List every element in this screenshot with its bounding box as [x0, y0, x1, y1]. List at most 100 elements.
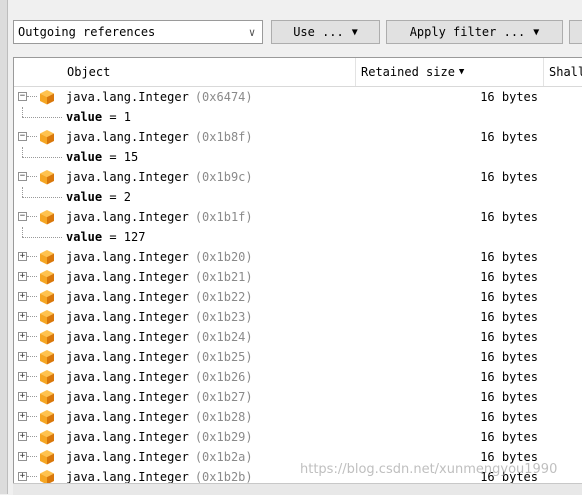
object-cube-icon	[39, 249, 55, 265]
tree-row[interactable]: + java.lang.Integer (0x1b23) 16 bytes	[14, 307, 582, 327]
collapse-toggle-icon[interactable]: −	[18, 132, 27, 141]
tree-connector	[27, 376, 37, 377]
object-label: java.lang.Integer (0x1b8f)	[66, 130, 253, 144]
left-panel-edge	[0, 0, 8, 494]
expand-toggle-icon[interactable]: +	[18, 372, 27, 381]
object-label: java.lang.Integer (0x1b26)	[66, 370, 253, 384]
object-address: (0x1b8f)	[194, 130, 253, 144]
expand-toggle-icon[interactable]: +	[18, 412, 27, 421]
field-name: value	[66, 150, 103, 164]
object-type: java.lang.Integer	[66, 430, 189, 444]
expand-toggle-icon[interactable]: +	[18, 432, 27, 441]
expand-toggle-icon[interactable]: +	[18, 392, 27, 401]
tree-connector	[27, 296, 37, 297]
tree-row[interactable]: + java.lang.Integer (0x1b20) 16 bytes	[14, 247, 582, 267]
object-type: java.lang.Integer	[66, 370, 189, 384]
expand-toggle-icon[interactable]: +	[18, 272, 27, 281]
retained-size-cell: 16 bytes	[480, 410, 538, 424]
tree-connector	[27, 396, 37, 397]
object-type: java.lang.Integer	[66, 310, 189, 324]
object-label: java.lang.Integer (0x1b27)	[66, 390, 253, 404]
tree-row[interactable]: + java.lang.Integer (0x1b29) 16 bytes	[14, 427, 582, 447]
tree-row[interactable]: + java.lang.Integer (0x1b25) 16 bytes	[14, 347, 582, 367]
tree-connector	[27, 416, 37, 417]
object-address: (0x1b28)	[194, 410, 253, 424]
field-row[interactable]: value = 127	[14, 227, 582, 247]
object-cube-icon	[39, 329, 55, 345]
field-row[interactable]: value = 15	[14, 147, 582, 167]
tree-connector	[22, 117, 62, 118]
tree-row[interactable]: − java.lang.Integer (0x6474) 16 bytes	[14, 87, 582, 107]
expand-toggle-icon[interactable]: +	[18, 452, 27, 461]
object-address: (0x1b2b)	[194, 470, 253, 484]
retained-size-cell: 16 bytes	[480, 130, 538, 144]
expand-toggle-icon[interactable]: +	[18, 352, 27, 361]
tree-row[interactable]: + java.lang.Integer (0x1b24) 16 bytes	[14, 327, 582, 347]
column-header-object[interactable]: Object	[14, 58, 356, 86]
object-address: (0x1b20)	[194, 250, 253, 264]
object-address: (0x1b29)	[194, 430, 253, 444]
object-cube-icon	[39, 429, 55, 445]
retained-size-cell: 16 bytes	[480, 210, 538, 224]
field-label: value = 2	[66, 190, 131, 204]
toolbar-overflow-button[interactable]	[569, 20, 582, 44]
tree-connector	[22, 187, 23, 197]
use-button-label: Use ...	[293, 25, 344, 39]
object-type: java.lang.Integer	[66, 390, 189, 404]
tree-row[interactable]: + java.lang.Integer (0x1b21) 16 bytes	[14, 267, 582, 287]
object-tree[interactable]: Object Retained size ▼ Shall − java.lang…	[13, 57, 582, 484]
object-address: (0x1b25)	[194, 350, 253, 364]
tree-row[interactable]: + java.lang.Integer (0x1b26) 16 bytes	[14, 367, 582, 387]
object-cube-icon	[39, 269, 55, 285]
retained-size-cell: 16 bytes	[480, 170, 538, 184]
object-address: (0x1b27)	[194, 390, 253, 404]
tree-row[interactable]: + java.lang.Integer (0x1b22) 16 bytes	[14, 287, 582, 307]
tree-row[interactable]: + java.lang.Integer (0x1b27) 16 bytes	[14, 387, 582, 407]
object-type: java.lang.Integer	[66, 250, 189, 264]
dropdown-arrow-icon: ▼	[351, 26, 358, 38]
object-cube-icon	[39, 369, 55, 385]
tree-connector	[27, 176, 37, 177]
object-cube-icon	[39, 89, 55, 105]
object-type: java.lang.Integer	[66, 330, 189, 344]
tree-connector	[22, 147, 23, 157]
reference-type-select[interactable]: Outgoing references ∨	[13, 20, 263, 44]
object-label: java.lang.Integer (0x1b20)	[66, 250, 253, 264]
tree-row[interactable]: + java.lang.Integer (0x1b2b) 16 bytes	[14, 467, 582, 484]
expand-toggle-icon[interactable]: +	[18, 472, 27, 481]
object-type: java.lang.Integer	[66, 470, 189, 484]
field-row[interactable]: value = 1	[14, 107, 582, 127]
collapse-toggle-icon[interactable]: −	[18, 172, 27, 181]
expand-toggle-icon[interactable]: +	[18, 252, 27, 261]
tree-row[interactable]: + java.lang.Integer (0x1b28) 16 bytes	[14, 407, 582, 427]
column-header-retained-size-label: Retained size	[361, 65, 455, 79]
object-address: (0x6474)	[194, 90, 253, 104]
tree-connector	[22, 197, 62, 198]
expand-toggle-icon[interactable]: +	[18, 332, 27, 341]
tree-connector	[27, 336, 37, 337]
field-row[interactable]: value = 2	[14, 187, 582, 207]
object-cube-icon	[39, 129, 55, 145]
expand-toggle-icon[interactable]: +	[18, 312, 27, 321]
object-type: java.lang.Integer	[66, 130, 189, 144]
column-header-shallow[interactable]: Shall	[544, 58, 582, 86]
tree-row[interactable]: − java.lang.Integer (0x1b1f) 16 bytes	[14, 207, 582, 227]
horizontal-scrollbar[interactable]	[13, 483, 582, 495]
column-header-retained-size[interactable]: Retained size ▼	[356, 58, 544, 86]
apply-filter-button[interactable]: Apply filter ... ▼	[386, 20, 563, 44]
tree-connector	[27, 256, 37, 257]
tree-connector	[27, 216, 37, 217]
use-button[interactable]: Use ... ▼	[271, 20, 380, 44]
expand-toggle-icon[interactable]: +	[18, 292, 27, 301]
object-cube-icon	[39, 409, 55, 425]
retained-size-cell: 16 bytes	[480, 90, 538, 104]
object-type: java.lang.Integer	[66, 450, 189, 464]
tree-row[interactable]: − java.lang.Integer (0x1b8f) 16 bytes	[14, 127, 582, 147]
tree-row[interactable]: − java.lang.Integer (0x1b9c) 16 bytes	[14, 167, 582, 187]
tree-row[interactable]: + java.lang.Integer (0x1b2a) 16 bytes	[14, 447, 582, 467]
collapse-toggle-icon[interactable]: −	[18, 92, 27, 101]
retained-size-cell: 16 bytes	[480, 370, 538, 384]
tree-header: Object Retained size ▼ Shall	[14, 58, 582, 87]
field-name: value	[66, 230, 103, 244]
collapse-toggle-icon[interactable]: −	[18, 212, 27, 221]
